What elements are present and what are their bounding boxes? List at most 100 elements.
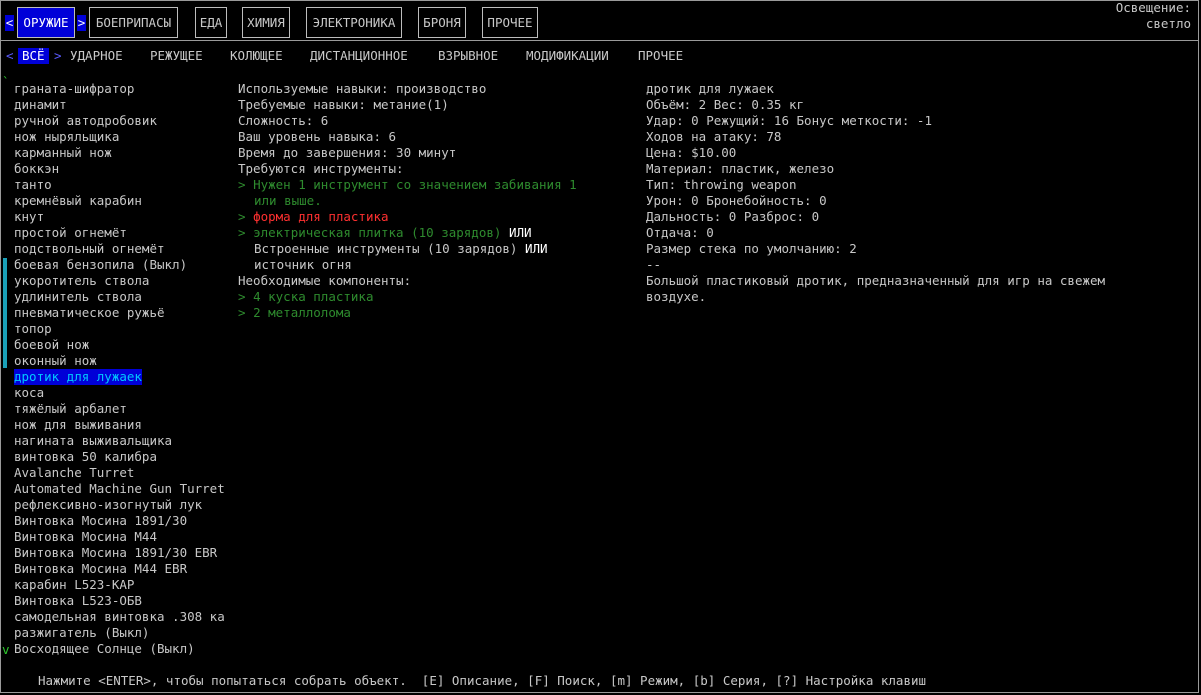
tab-chemistry[interactable]: ХИМИЯ	[242, 7, 290, 38]
tool-integrated: Встроенные инструменты (10 зарядов) ИЛИ	[254, 241, 548, 257]
tool-plastic-mold: > форма для пластика	[238, 209, 389, 225]
tab-electronics[interactable]: ЭЛЕКТРОНИКА	[306, 7, 402, 38]
tool-hammering-cont: или выше.	[254, 193, 322, 208]
recipe-list-item[interactable]: Винтовка Мосина М44 EBR	[14, 561, 187, 577]
recipe-list-item[interactable]: топор	[14, 321, 52, 337]
item-moves: Ходов на атаку: 78	[646, 129, 782, 144]
tab-label: БОЕПРИПАСЫ	[95, 15, 172, 30]
tab-label: ХИМИЯ	[247, 15, 285, 30]
subtab-cut[interactable]: РЕЖУЩЕЕ	[150, 48, 203, 64]
component-text: 2 металлолома	[253, 305, 351, 320]
or-text: ИЛИ	[508, 225, 532, 240]
recipe-list-item[interactable]: танто	[14, 177, 52, 193]
subtab-mods[interactable]: МОДИФИКАЦИИ	[526, 48, 609, 64]
lighting-value: светло	[1145, 16, 1191, 31]
subtab-other[interactable]: ПРОЧЕЕ	[638, 48, 683, 64]
subtab-explosive[interactable]: ВЗРЫВНОЕ	[438, 48, 498, 64]
tab-armor[interactable]: БРОНЯ	[418, 7, 466, 38]
recipe-list-item[interactable]: нагината выживальщика	[14, 433, 172, 449]
component-text: 4 куска пластика	[253, 289, 374, 304]
item-hit: Удар: 0 Режущий: 16 Бонус меткости: -1	[646, 113, 932, 128]
recipe-list-item[interactable]: боевой нож	[14, 337, 89, 353]
tab-food[interactable]: ЕДА	[195, 7, 227, 38]
recipe-list-item[interactable]: боккэн	[14, 161, 59, 177]
tab-left-arrow[interactable]: <	[5, 15, 14, 31]
recipe-list-item[interactable]: коса	[14, 385, 44, 401]
subtab-bash[interactable]: УДАРНОЕ	[70, 48, 123, 64]
item-description: Большой пластиковый дротик, предназначен…	[646, 273, 1106, 288]
component-plastic: > 4 куска пластика	[238, 289, 373, 305]
recipe-list-item[interactable]: рефлексивно-изогнутый лук	[14, 497, 202, 513]
recipe-list-item[interactable]: оконный нож	[14, 353, 97, 369]
subtab-all[interactable]: ВСЁ	[18, 48, 49, 64]
window-frame	[0, 0, 1199, 693]
skills-used: Используемые навыки: производство	[238, 81, 487, 96]
tool-text: форма для пластика	[253, 209, 389, 224]
recipe-list-item[interactable]: Avalanche Turret	[14, 465, 134, 481]
skill-level: Ваш уровень навыка: 6	[238, 129, 397, 144]
lighting-label: Освещение:	[1115, 0, 1191, 15]
bullet: >	[238, 289, 246, 304]
recipe-list-item[interactable]: карманный нож	[14, 145, 112, 161]
time-to-complete: Время до завершения: 30 минут	[238, 145, 457, 160]
recipe-list-item[interactable]: удлинитель ствола	[14, 289, 142, 305]
tool-text: электрическая плитка (10 зарядов)	[253, 225, 502, 240]
recipe-list-item[interactable]: карабин L523-КАР	[14, 577, 134, 593]
recipe-list-item[interactable]: дротик для лужаек	[14, 369, 142, 385]
subtab-left-arrow[interactable]: <	[6, 48, 14, 64]
scroll-down-marker: v	[2, 642, 10, 657]
tab-weapons[interactable]: ОРУЖИЕ	[17, 7, 75, 38]
recipe-list-item[interactable]: динамит	[14, 97, 67, 113]
recipe-list-item[interactable]: пневматическое ружьё	[14, 305, 165, 321]
item-description-cont: воздухе.	[646, 289, 707, 304]
recipe-list-item[interactable]: разжигатель (Выкл)	[14, 625, 149, 641]
subtab-ranged[interactable]: ДИСТАНЦИОННОЕ	[310, 48, 408, 64]
recipe-list-item[interactable]: Винтовка Мосина 1891/30 EBR	[14, 545, 217, 561]
bullet: >	[238, 225, 246, 240]
item-price: Цена: $10.00	[646, 145, 737, 160]
recipe-list-item[interactable]: подствольный огнемёт	[14, 241, 165, 257]
subtab-right-arrow[interactable]: >	[54, 48, 62, 64]
recipe-list-item[interactable]: самодельная винтовка .308 ка	[14, 609, 225, 625]
recipe-list-item[interactable]: Automated Machine Gun Turret	[14, 481, 225, 497]
skills-required: Требуемые навыки: метание(1)	[238, 97, 449, 112]
or-text: ИЛИ	[524, 241, 548, 256]
item-recoil: Отдача: 0	[646, 225, 714, 240]
recipe-list-item[interactable]: простой огнемёт	[14, 225, 127, 241]
recipe-list-item[interactable]: боевая бензопила (Выкл)	[14, 257, 187, 273]
tab-label: БРОНЯ	[423, 15, 461, 30]
item-type: Тип: throwing weapon	[646, 177, 797, 192]
item-range: Дальность: 0 Разброс: 0	[646, 209, 820, 224]
item-damage: Урон: 0 Бронебойность: 0	[646, 193, 827, 208]
divider	[1, 40, 1198, 41]
recipe-list-item[interactable]: ручной автодробовик	[14, 113, 157, 129]
keybinding-hint: Нажмите <ENTER>, чтобы попытаться собрат…	[38, 673, 927, 688]
item-name: дротик для лужаек	[646, 81, 774, 96]
tool-hotplate: > электрическая плитка (10 зарядов) ИЛИ	[238, 225, 532, 241]
recipe-list-item[interactable]: Винтовка Мосина 1891/30	[14, 513, 187, 529]
tab-other[interactable]: ПРОЧЕЕ	[482, 7, 538, 38]
tab-label: ЭЛЕКТРОНИКА	[312, 15, 396, 30]
bullet: >	[238, 177, 246, 192]
tool-hammering: > Нужен 1 инструмент со значением забива…	[238, 177, 577, 193]
list-scrollbar[interactable]	[3, 258, 7, 368]
recipe-list-item[interactable]: Восходящее Солнце (Выкл)	[14, 641, 195, 657]
recipe-list-item[interactable]: укоротитель ствола	[14, 273, 149, 289]
tab-right-arrow[interactable]: >	[77, 15, 86, 31]
recipe-list-item[interactable]: винтовка 50 калибра	[14, 449, 157, 465]
tab-label: ОРУЖИЕ	[23, 15, 69, 30]
recipe-list-item[interactable]: кремнёвый карабин	[14, 193, 142, 209]
subtab-stab[interactable]: КОЛЮЩЕЕ	[230, 48, 283, 64]
tool-fire-source: источник огня	[254, 257, 352, 272]
tool-text: Нужен 1 инструмент со значением забивани…	[253, 177, 577, 192]
recipe-list-item[interactable]: Винтовка L523-ОБВ	[14, 593, 142, 609]
item-stack: Размер стека по умолчанию: 2	[646, 241, 857, 256]
recipe-list-item[interactable]: граната-шифратор	[14, 81, 134, 97]
recipe-list-item[interactable]: нож для выживания	[14, 417, 142, 433]
tab-ammo[interactable]: БОЕПРИПАСЫ	[89, 7, 178, 38]
tool-text: Встроенные инструменты (10 зарядов)	[254, 241, 518, 256]
recipe-list-item[interactable]: нож ныряльщика	[14, 129, 119, 145]
recipe-list-item[interactable]: тяжёлый арбалет	[14, 401, 127, 417]
recipe-list-item[interactable]: Винтовка Мосина М44	[14, 529, 157, 545]
recipe-list-item[interactable]: кнут	[14, 209, 44, 225]
